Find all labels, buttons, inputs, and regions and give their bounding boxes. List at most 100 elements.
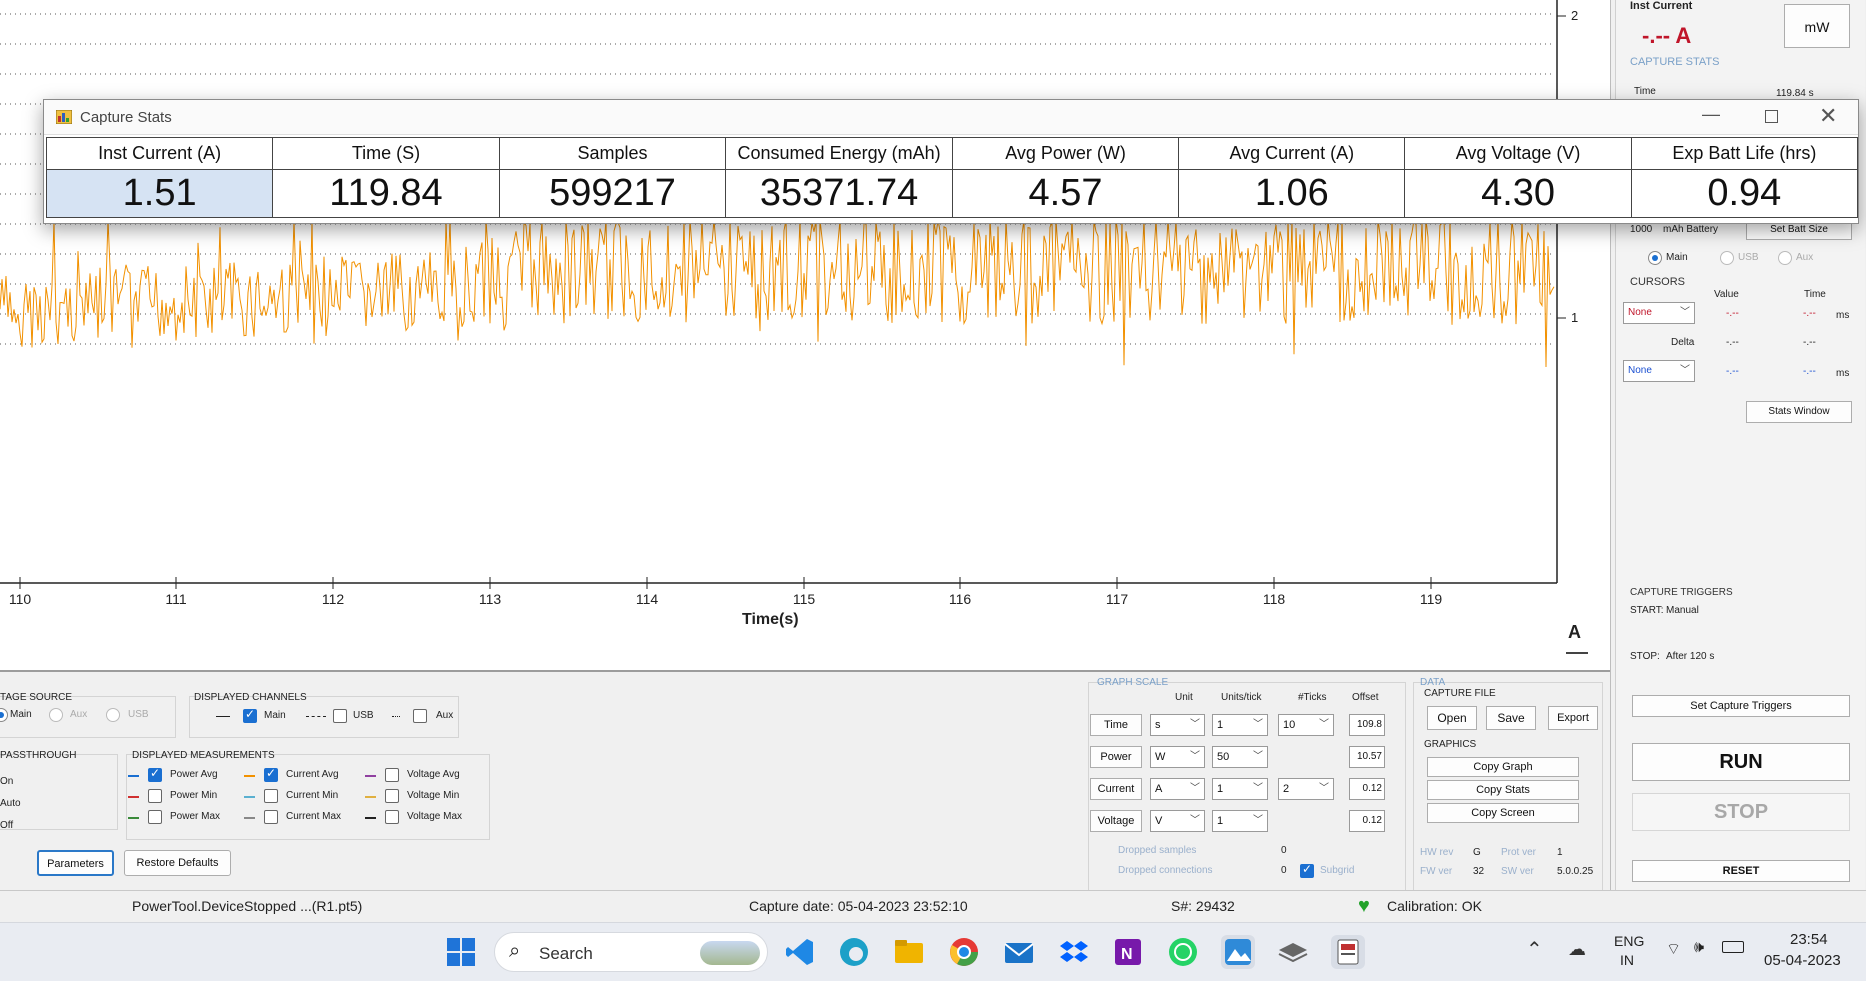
stats-column-value[interactable]: 599217: [498, 169, 727, 218]
close-icon[interactable]: ✕: [1819, 103, 1837, 129]
language-indicator[interactable]: ENG: [1614, 933, 1644, 949]
stats-column-value[interactable]: 119.84: [272, 169, 500, 218]
power-tool-app-icon[interactable]: [1331, 935, 1365, 969]
scale-unit-select[interactable]: W ﹀: [1150, 746, 1205, 768]
onedrive-icon[interactable]: ☁: [1568, 939, 1586, 960]
passthrough-option[interactable]: Off: [0, 820, 13, 831]
measurement-checkbox[interactable]: [148, 766, 162, 782]
scale-ticks-select[interactable]: 2 ﹀: [1278, 778, 1334, 800]
passthrough-label: PASSTHROUGH: [0, 750, 77, 761]
set-capture-triggers-button[interactable]: Set Capture Triggers: [1632, 695, 1850, 717]
measurement-checkbox[interactable]: [385, 789, 399, 803]
stats-column-value[interactable]: 4.30: [1404, 169, 1632, 218]
wifi-icon[interactable]: ⌔: [1666, 939, 1681, 959]
onenote-icon[interactable]: N: [1111, 935, 1145, 969]
stats-column-value[interactable]: 1.06: [1178, 169, 1406, 218]
scale-unit-select[interactable]: A ﹀: [1150, 778, 1205, 800]
scale-offset-input[interactable]: 10.57: [1349, 746, 1385, 768]
clock-date[interactable]: 05-04-2023: [1764, 952, 1841, 969]
voltage-source-label: TAGE SOURCE: [0, 692, 73, 703]
file-explorer-icon[interactable]: [892, 935, 926, 969]
mail-icon[interactable]: [1002, 935, 1036, 969]
scale-offset-input[interactable]: 0.12: [1349, 778, 1385, 800]
cursor1-select[interactable]: None ﹀: [1623, 302, 1695, 324]
scale-units-tick-select[interactable]: 1 ﹀: [1212, 714, 1268, 736]
time-label: Time: [1634, 86, 1656, 97]
subgrid-label: Subgrid: [1320, 865, 1355, 876]
chevron-down-icon: ﹀: [1319, 783, 1329, 794]
minimize-icon[interactable]: —: [1702, 104, 1720, 125]
batt-radio-aux[interactable]: [1778, 251, 1792, 265]
scale-offset-input[interactable]: 109.8: [1349, 714, 1385, 736]
clock-time[interactable]: 23:54: [1790, 931, 1828, 948]
restore-defaults-button[interactable]: Restore Defaults: [124, 850, 231, 876]
scale-units-tick-select[interactable]: 1 ﹀: [1212, 778, 1268, 800]
channel-usb-checkbox[interactable]: [333, 709, 347, 723]
scale-unit-select[interactable]: s ﹀: [1150, 714, 1205, 736]
start-value: Manual: [1666, 605, 1699, 616]
export-button[interactable]: Export: [1548, 706, 1598, 730]
channel-main-checkbox[interactable]: [243, 707, 257, 723]
reset-button[interactable]: RESET: [1632, 860, 1850, 882]
run-button[interactable]: RUN: [1632, 743, 1850, 781]
scale-units-tick-select[interactable]: 50 ﹀: [1212, 746, 1268, 768]
scale-units-tick-select[interactable]: 1 ﹀: [1212, 810, 1268, 832]
chevron-up-icon[interactable]: ⌃: [1526, 937, 1543, 962]
parameters-button[interactable]: Parameters: [37, 850, 114, 876]
vscode-icon[interactable]: [783, 935, 817, 969]
battery-size-value: 1000: [1630, 224, 1653, 235]
save-button[interactable]: Save: [1486, 706, 1536, 730]
battery-icon[interactable]: [1722, 941, 1744, 953]
batt-radio-main[interactable]: [1648, 251, 1662, 265]
measurement-checkbox[interactable]: [385, 810, 399, 824]
measurement-color-swatch: [365, 817, 376, 819]
edge-icon[interactable]: [837, 935, 871, 969]
vsource-radio-label: Aux: [70, 709, 88, 720]
vsource-radio-label: USB: [128, 709, 149, 720]
vsource-radio-aux[interactable]: [49, 708, 63, 722]
channel-aux-checkbox[interactable]: [413, 709, 427, 723]
open-button[interactable]: Open: [1427, 706, 1477, 730]
copy-screen-button[interactable]: Copy Screen: [1427, 803, 1579, 823]
measurement-checkbox[interactable]: [148, 810, 162, 824]
measurement-checkbox[interactable]: [264, 810, 278, 824]
stats-column-header: Inst Current (A): [45, 137, 274, 170]
measurement-checkbox[interactable]: [264, 766, 278, 782]
taskbar-search-box[interactable]: ⌕ Search: [494, 932, 768, 972]
batt-radio-usb[interactable]: [1720, 251, 1734, 265]
vsource-radio-usb[interactable]: [106, 708, 120, 722]
splitter-handle[interactable]: [1566, 652, 1588, 654]
measurement-checkbox[interactable]: [148, 789, 162, 803]
measurement-checkbox[interactable]: [264, 789, 278, 803]
scale-ticks-select[interactable]: 10 ﹀: [1278, 714, 1334, 736]
dropped-connections-label: Dropped connections: [1118, 865, 1213, 876]
capture-stats-titlebar[interactable]: Capture Stats — ✕: [44, 100, 1858, 135]
stats-column-value[interactable]: 1.51: [45, 169, 274, 218]
measurement-color-swatch: [244, 796, 255, 798]
photos-icon[interactable]: [1221, 935, 1255, 969]
unit-toggle-button[interactable]: mW: [1784, 4, 1850, 48]
maximize-icon[interactable]: [1765, 110, 1778, 123]
windows-start-icon[interactable]: [444, 935, 478, 969]
scale-offset-input[interactable]: 0.12: [1349, 810, 1385, 832]
subgrid-checkbox[interactable]: [1300, 862, 1314, 878]
chrome-icon[interactable]: [947, 935, 981, 969]
stats-column-value[interactable]: 35371.74: [725, 169, 953, 218]
measurement-checkbox[interactable]: [385, 768, 399, 782]
copy-graph-button[interactable]: Copy Graph: [1427, 757, 1579, 777]
passthrough-option[interactable]: Auto: [0, 798, 21, 809]
stats-window-button[interactable]: Stats Window: [1746, 401, 1852, 423]
stats-column-value[interactable]: 0.94: [1630, 169, 1859, 218]
cursor2-select[interactable]: None ﹀: [1623, 360, 1695, 382]
scale-unit-select[interactable]: V ﹀: [1150, 810, 1205, 832]
measurement-label: Power Max: [170, 811, 221, 822]
passthrough-option[interactable]: On: [0, 776, 13, 787]
copy-stats-button[interactable]: Copy Stats: [1427, 780, 1579, 800]
dropbox-icon[interactable]: [1057, 935, 1091, 969]
stop-button[interactable]: STOP: [1632, 793, 1850, 831]
layers-app-icon[interactable]: [1276, 935, 1310, 969]
whatsapp-icon[interactable]: [1166, 935, 1200, 969]
language-region[interactable]: IN: [1620, 952, 1634, 968]
stats-column-value[interactable]: 4.57: [951, 169, 1180, 218]
volume-icon[interactable]: 🕪: [1694, 939, 1704, 957]
